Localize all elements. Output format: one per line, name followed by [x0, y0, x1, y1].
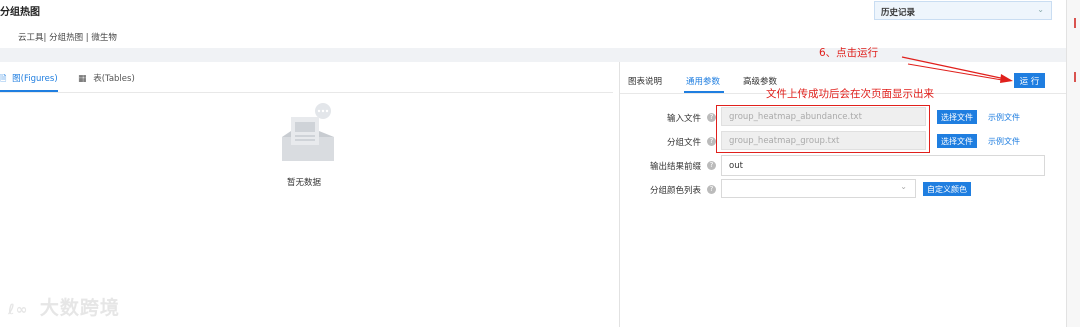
output-prefix-label: 输出结果前缀 — [649, 162, 701, 172]
group-file-label: 分组文件 — [666, 138, 701, 148]
history-label: 历史记录 — [881, 8, 916, 18]
watermark: ℓ∞ 大数跨境 — [8, 293, 120, 320]
tab-chart-description[interactable]: 图表说明 — [628, 75, 662, 87]
table-icon: ▦ — [78, 74, 87, 84]
group-colors-label: 分组颜色列表 — [649, 186, 701, 196]
help-icon[interactable]: ? — [707, 161, 716, 170]
choose-group-file-button[interactable]: 选择文件 — [937, 134, 977, 148]
breadcrumb: 云工具| 分组热图 | 微生物 — [18, 33, 117, 43]
tab-figures[interactable]: 🗎 图(Figures) — [0, 72, 58, 87]
tab-general-params[interactable]: 通用参数 — [686, 75, 720, 87]
history-dropdown[interactable]: 历史记录 ⌄ — [874, 1, 1052, 20]
annotation-upload: 文件上传成功后会在次页面显示出来 — [766, 88, 934, 100]
choose-input-file-button[interactable]: 选择文件 — [937, 110, 977, 124]
help-icon[interactable]: ? — [707, 113, 716, 122]
help-icon[interactable]: ? — [707, 185, 716, 194]
help-icon[interactable]: ? — [707, 137, 716, 146]
figure-icon: 🗎 — [0, 74, 7, 83]
tab-tables[interactable]: ▦ 表(Tables) — [78, 72, 135, 84]
empty-inbox-icon — [282, 103, 334, 161]
gutter-marker — [1074, 18, 1076, 28]
watermark-logo-icon: ℓ∞ — [8, 302, 29, 318]
chevron-down-icon: ⌄ — [900, 182, 907, 191]
page-title: 分组热图 — [0, 7, 40, 18]
annotation-run: 6、点击运行 — [819, 47, 879, 59]
tab-tables-label: 表(Tables) — [93, 74, 135, 84]
tabs-divider — [0, 92, 613, 93]
input-file-label: 输入文件 — [666, 114, 701, 124]
run-button[interactable]: 运 行 — [1014, 73, 1045, 88]
annotation-arrow-icon — [901, 56, 1013, 83]
empty-state-text: 暂无数据 — [287, 178, 322, 188]
watermark-text: 大数跨境 — [39, 297, 120, 319]
output-prefix-input[interactable] — [721, 155, 1045, 176]
right-scroll-gutter — [1066, 0, 1080, 327]
annotation-highlight-box — [716, 105, 930, 153]
example-input-file-link[interactable]: 示例文件 — [988, 112, 1020, 123]
tab-figures-label: 图(Figures) — [12, 74, 58, 84]
example-group-file-link[interactable]: 示例文件 — [988, 136, 1020, 147]
custom-color-button[interactable]: 自定义颜色 — [923, 182, 971, 196]
gutter-marker — [1074, 72, 1076, 82]
chevron-down-icon: ⌄ — [1037, 5, 1044, 14]
results-panel — [0, 62, 620, 327]
group-colors-select[interactable]: ⌄ — [721, 179, 916, 198]
